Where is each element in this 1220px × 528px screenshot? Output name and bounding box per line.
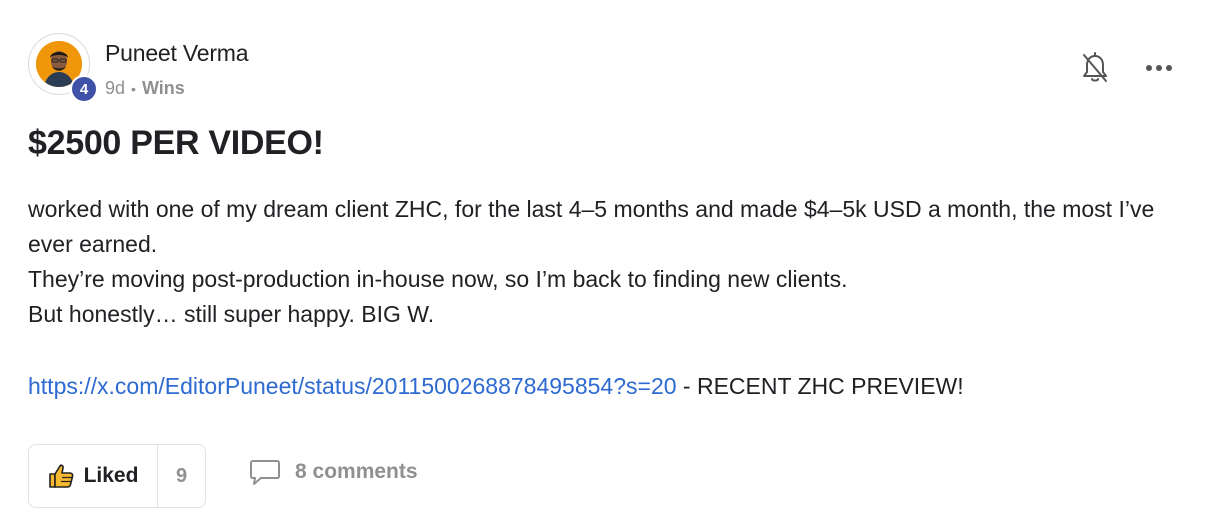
more-horizontal-icon <box>1146 65 1172 71</box>
comments-label: 8 comments <box>295 460 418 483</box>
bell-off-icon <box>1083 52 1107 82</box>
like-button[interactable]: Liked <box>29 445 158 507</box>
post-link[interactable]: https://x.com/EditorPuneet/status/201150… <box>28 373 677 399</box>
like-box: Liked 9 <box>28 444 206 508</box>
meta-separator: • <box>131 80 136 97</box>
post-paragraph: But honestly… still super happy. BIG W. <box>28 301 435 327</box>
level-badge: 4 <box>70 75 98 103</box>
time-ago: 9d <box>105 78 126 98</box>
author-name[interactable]: Puneet Verma <box>105 40 249 67</box>
author-avatar-wrap[interactable]: 4 <box>28 33 98 103</box>
post-paragraph: worked with one of my dream client ZHC, … <box>28 196 1155 257</box>
post-category[interactable]: Wins <box>142 78 185 99</box>
post-meta: 9d • Wins <box>105 78 185 99</box>
like-count[interactable]: 9 <box>158 445 205 507</box>
comments-button[interactable]: 8 comments <box>249 458 418 486</box>
post-title: $2500 PER VIDEO! <box>28 124 324 162</box>
thumbs-up-icon <box>48 464 73 488</box>
more-options-button[interactable] <box>1144 50 1174 86</box>
notification-toggle-button[interactable] <box>1080 50 1110 86</box>
header-actions <box>1080 50 1174 86</box>
post-link-suffix: - RECENT ZHC PREVIEW! <box>676 373 964 399</box>
like-label: Liked <box>83 464 139 487</box>
post-body: worked with one of my dream client ZHC, … <box>28 192 1193 332</box>
post-paragraph: They’re moving post-production in-house … <box>28 266 848 292</box>
comment-icon <box>250 460 280 485</box>
post-link-line: https://x.com/EditorPuneet/status/201150… <box>28 369 964 404</box>
